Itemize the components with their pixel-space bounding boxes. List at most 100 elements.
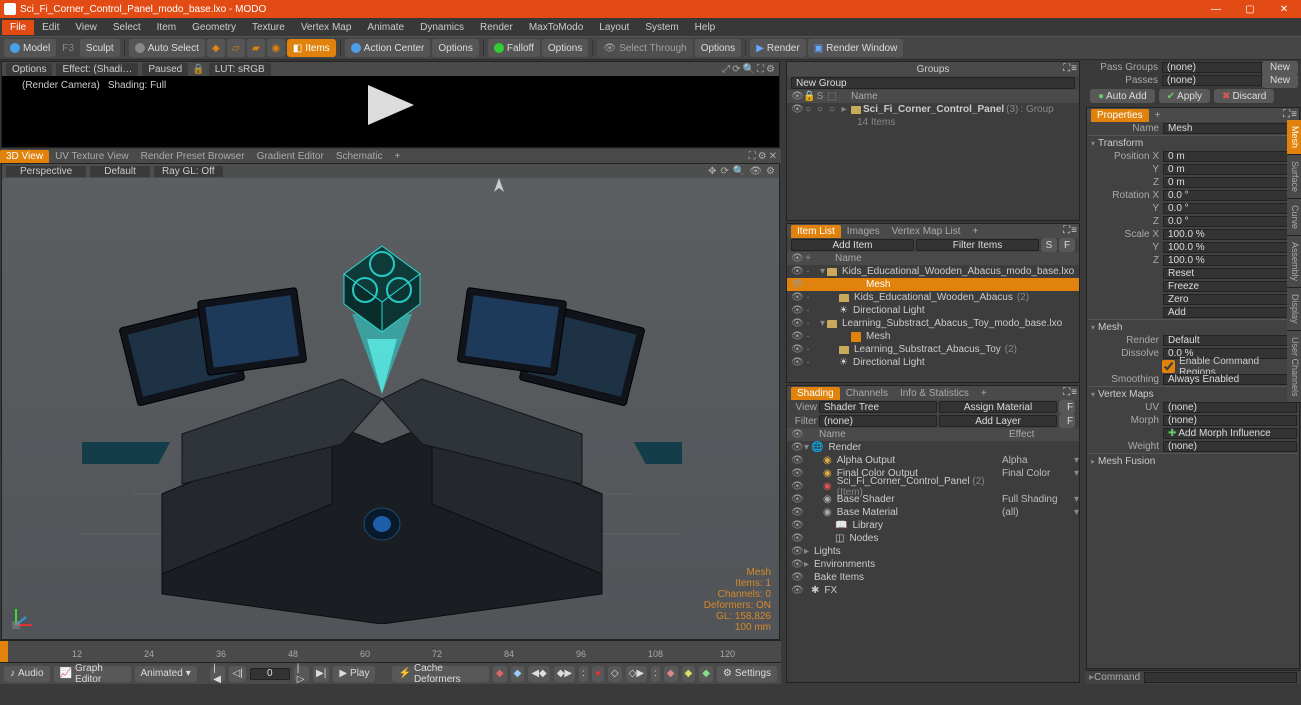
morph-select[interactable]: (none) — [1163, 415, 1297, 426]
shadertree-select[interactable]: Shader Tree — [819, 401, 937, 413]
menu-render[interactable]: Render — [472, 20, 521, 35]
freeze-button[interactable]: Freeze — [1163, 281, 1297, 292]
tab-shading[interactable]: Shading — [791, 387, 840, 400]
renderwindow-button[interactable]: ▣Render Window — [808, 39, 904, 57]
shading-row[interactable]: 👁▸Lights — [787, 545, 1079, 558]
shading-row[interactable]: 👁▾🌐Render — [787, 441, 1079, 454]
options3-button[interactable]: Options — [695, 39, 741, 57]
section-transform[interactable]: Transform — [1087, 136, 1299, 150]
autoadd-button[interactable]: ●Auto Add — [1090, 89, 1155, 103]
menu-vertexmap[interactable]: Vertex Map — [293, 20, 360, 35]
sel-mat-icon[interactable]: ◉ — [267, 39, 285, 57]
menu-texture[interactable]: Texture — [244, 20, 293, 35]
vp-zoom-icon[interactable]: 🔍 — [733, 166, 745, 177]
key-icon-11[interactable]: ◆ — [699, 666, 713, 682]
menu-help[interactable]: Help — [687, 20, 724, 35]
rot-y[interactable]: 0.0 ° — [1163, 203, 1297, 214]
menu-dynamics[interactable]: Dynamics — [412, 20, 472, 35]
groups-menu-icon[interactable]: ≡ — [1071, 63, 1077, 74]
vtab-curve[interactable]: Curve — [1287, 199, 1301, 236]
reset-button[interactable]: Reset — [1163, 268, 1297, 279]
key-icon-2[interactable]: ◆ — [511, 666, 525, 682]
zero-button[interactable]: Zero — [1163, 294, 1297, 305]
itemlist-row[interactable]: 👁·Mesh — [787, 330, 1079, 343]
tab-itemlist[interactable]: Item List — [791, 225, 841, 238]
weight-select[interactable]: (none) — [1163, 441, 1297, 452]
shading-row[interactable]: 👁✱FX — [787, 584, 1079, 597]
preview-max-icon[interactable]: ⛶ — [757, 64, 764, 75]
newgroup-field[interactable]: New Group — [791, 77, 1075, 89]
audio-button[interactable]: ♪Audio — [4, 666, 50, 682]
vp-gear2-icon[interactable]: ⚙ — [766, 166, 775, 177]
3d-viewport[interactable]: Perspective Default Ray GL: Off ✥ ⟳ 🔍 👁 … — [1, 163, 780, 640]
preview-nav1-icon[interactable]: ⤢ — [722, 64, 730, 75]
vp-move-icon[interactable]: ✥ — [708, 166, 716, 177]
itemlist-row[interactable]: 👁·Mesh — [787, 278, 1079, 291]
scl-x[interactable]: 100.0 % — [1163, 229, 1297, 240]
itemlist-row[interactable]: 👁·▾Learning_Substract_Abacus_Toy_modo_ba… — [787, 317, 1079, 330]
shading-row[interactable]: 👁📖Library — [787, 519, 1079, 532]
sel-vert-icon[interactable]: ◆ — [207, 39, 225, 57]
record-button[interactable]: ● — [592, 666, 604, 682]
filteritems-field[interactable]: Filter Items — [916, 239, 1039, 251]
frame-field[interactable]: 0 — [250, 668, 290, 680]
key-icon-7[interactable]: ◇▶ — [626, 666, 647, 682]
vtab-assembly[interactable]: Assembly — [1287, 236, 1301, 288]
itemlist-menu-icon[interactable]: ≡ — [1071, 225, 1077, 236]
section-vmaps[interactable]: Vertex Maps — [1087, 387, 1299, 401]
minimize-button[interactable]: — — [1199, 0, 1233, 18]
vp-gear-icon[interactable]: ⚙ — [758, 151, 767, 162]
preview-gear-icon[interactable]: ⚙ — [766, 64, 775, 75]
vtab-display[interactable]: Display — [1287, 288, 1301, 331]
tab-properties[interactable]: Properties — [1091, 109, 1149, 122]
tab-vmaplist[interactable]: Vertex Map List — [886, 225, 967, 238]
shading-row[interactable]: 👁◉Base Material(all)▾ — [787, 506, 1079, 519]
shading-row[interactable]: 👁◉Base ShaderFull Shading▾ — [787, 493, 1079, 506]
last-frame-button[interactable]: ▶| — [313, 666, 329, 682]
tab-channels[interactable]: Channels — [840, 387, 894, 400]
preview-lut[interactable]: LUT: sRGB — [209, 63, 271, 76]
passgroups-new[interactable]: New — [1262, 61, 1298, 75]
tab-gradient[interactable]: Gradient Editor — [251, 150, 330, 163]
add-button[interactable]: Add — [1163, 307, 1297, 318]
vp-persp[interactable]: Perspective — [6, 166, 86, 177]
tab-add[interactable]: + — [389, 150, 407, 163]
pos-x[interactable]: 0 m — [1163, 151, 1297, 162]
props-max-icon[interactable]: ⛶ — [1283, 109, 1290, 120]
shading-row[interactable]: 👁▸Environments — [787, 558, 1079, 571]
shading-row[interactable]: 👁Bake Items — [787, 571, 1079, 584]
key-icon-1[interactable]: ◆ — [493, 666, 507, 682]
vp-close-icon[interactable]: ✕ — [769, 151, 777, 162]
vp-rotate-icon[interactable]: ⟳ — [720, 166, 728, 177]
filter-f-button[interactable]: F — [1059, 238, 1075, 252]
menu-layout[interactable]: Layout — [591, 20, 637, 35]
options2-button[interactable]: Options — [542, 39, 588, 57]
settings-button[interactable]: ⚙ Settings — [717, 666, 777, 682]
options1-button[interactable]: Options — [432, 39, 478, 57]
render-button[interactable]: ▶Render — [750, 39, 806, 57]
sel-edge-icon[interactable]: ▱ — [227, 39, 245, 57]
tab-3dview[interactable]: 3D View — [0, 150, 49, 163]
cache-button[interactable]: ⚡Cache Deformers — [392, 666, 488, 682]
rot-z[interactable]: 0.0 ° — [1163, 216, 1297, 227]
vp-view-icon[interactable]: 👁 — [749, 166, 762, 177]
passes-select[interactable]: (none) — [1162, 75, 1262, 86]
itemlist-row[interactable]: 👁·☀Directional Light — [787, 304, 1079, 317]
itemlist-max-icon[interactable]: ⛶ — [1063, 225, 1070, 236]
additem-button[interactable]: Add Item — [791, 239, 914, 251]
menu-animate[interactable]: Animate — [359, 20, 412, 35]
shading-f2[interactable]: F — [1059, 414, 1075, 428]
render-preview[interactable]: Options Effect: (Shadi… Paused 🔒 LUT: sR… — [1, 61, 780, 148]
scl-y[interactable]: 100.0 % — [1163, 242, 1297, 253]
itemlist-row[interactable]: 👁·Learning_Substract_Abacus_Toy(2) — [787, 343, 1079, 356]
preview-shading[interactable]: Shading: Full — [108, 80, 166, 91]
rot-x[interactable]: 0.0 ° — [1163, 190, 1297, 201]
tab-uvview[interactable]: UV Texture View — [49, 150, 135, 163]
discard-button[interactable]: ✖Discard — [1214, 89, 1274, 103]
preview-effect[interactable]: Effect: (Shadi… — [56, 63, 138, 76]
tab-schematic[interactable]: Schematic — [330, 150, 389, 163]
shading-row[interactable]: 👁◉Alpha OutputAlpha▾ — [787, 454, 1079, 467]
scl-z[interactable]: 100.0 % — [1163, 255, 1297, 266]
preview-options[interactable]: Options — [6, 63, 52, 76]
props-menu-icon[interactable]: ≡ — [1291, 109, 1297, 120]
